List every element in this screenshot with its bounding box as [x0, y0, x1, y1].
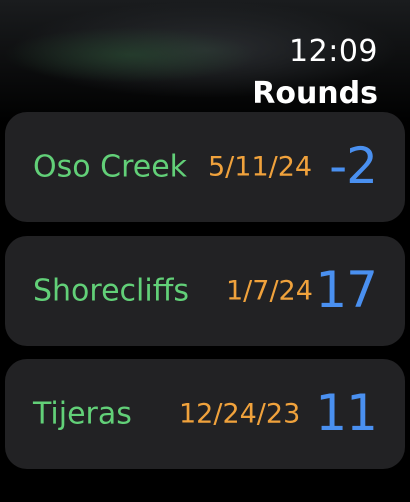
round-course: Oso Creek [33, 149, 188, 185]
round-row-oso-creek[interactable]: Oso Creek 5/11/24 -2 [5, 112, 405, 222]
round-course: Shorecliffs [33, 273, 190, 309]
page-title: Rounds [252, 76, 378, 111]
round-date: 12/24/23 [179, 398, 301, 430]
clock-time: 12:09 [289, 34, 378, 69]
round-date: 5/11/24 [208, 151, 313, 183]
round-score: -2 [329, 136, 378, 195]
round-date: 1/7/24 [226, 275, 313, 307]
round-score: 17 [315, 260, 378, 319]
round-row-shorecliffs[interactable]: Shorecliffs 1/7/24 17 [5, 236, 405, 346]
round-course: Tijeras [33, 396, 132, 432]
round-score: 11 [315, 383, 378, 442]
round-row-tijeras[interactable]: Tijeras 12/24/23 11 [5, 359, 405, 469]
